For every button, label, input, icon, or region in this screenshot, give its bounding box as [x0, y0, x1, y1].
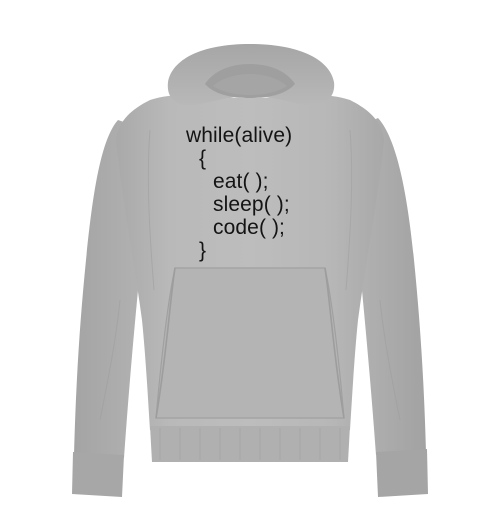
print-line: sleep( ); — [213, 193, 290, 216]
product-image: while(alive) { eat( ); sleep( ); code( )… — [0, 0, 500, 509]
left-cuff — [72, 452, 124, 497]
kangaroo-pocket — [155, 267, 345, 419]
print-line: } — [199, 239, 207, 262]
shirt-print-text: while(alive) { eat( ); sleep( ); code( )… — [186, 124, 346, 262]
print-line: { — [199, 147, 207, 170]
print-line: code( ); — [213, 216, 285, 239]
print-line: while(alive) — [186, 124, 293, 147]
print-line: eat( ); — [213, 170, 269, 193]
right-cuff — [376, 449, 428, 497]
